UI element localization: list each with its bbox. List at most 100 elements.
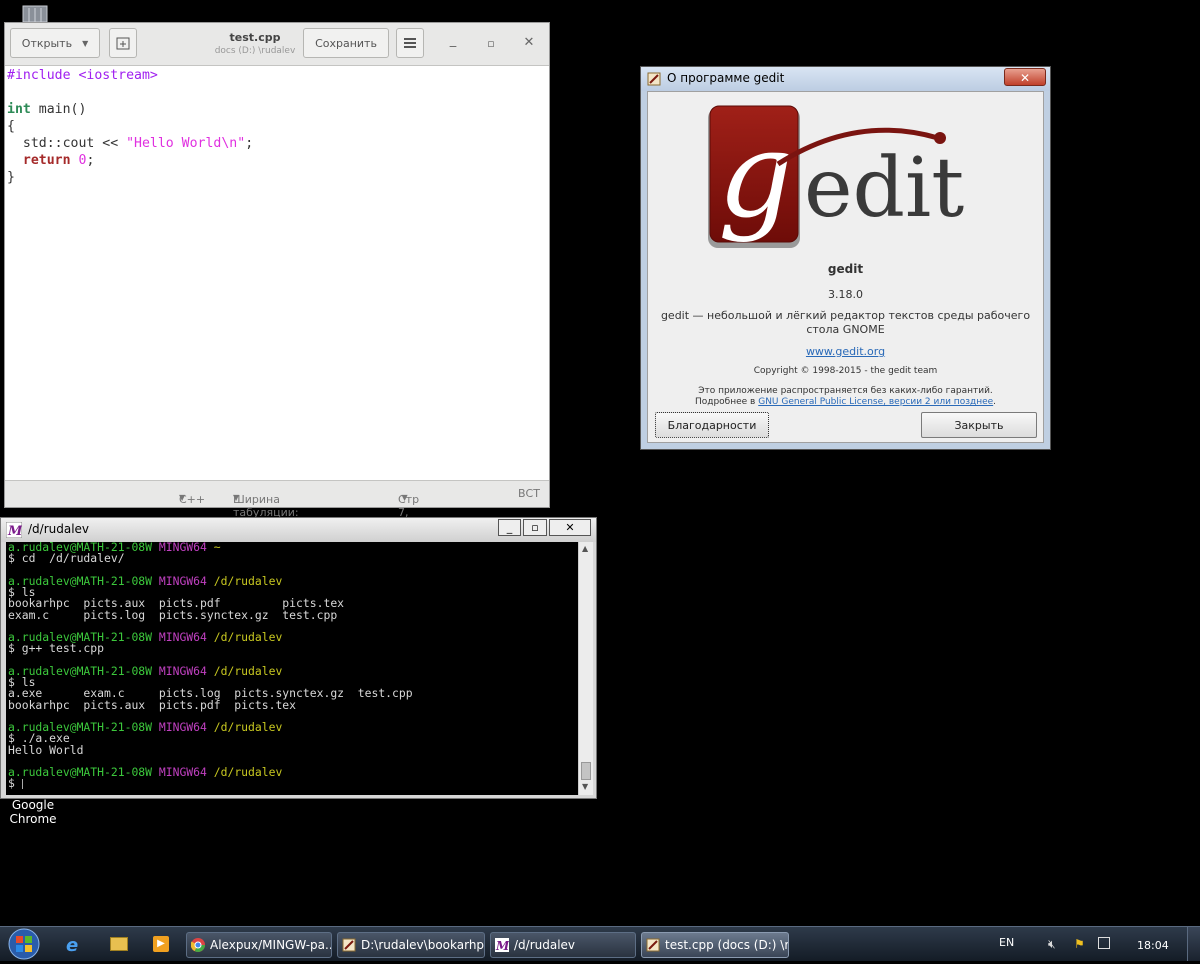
save-button[interactable]: Сохранить bbox=[303, 28, 389, 58]
taskbar: e ▶ Alexpux/MINGW-pa... D:\rudalev\booka… bbox=[0, 926, 1200, 961]
language-indicator[interactable]: EN bbox=[999, 936, 1014, 949]
gedit-header-bar: Открыть ▼ test.cpp docs (D:) \rudalev Со… bbox=[5, 23, 549, 66]
terminal-title-bar: M /d/rudalev _ ▫ ✕ bbox=[1, 518, 596, 542]
license-link[interactable]: GNU General Public License, версии 2 или… bbox=[758, 397, 993, 407]
terminal-title: /d/rudalev bbox=[28, 522, 90, 536]
task-terminal[interactable]: M /d/rudalev bbox=[490, 932, 636, 958]
terminal-output-line: bookarhpc picts.aux picts.pdf picts.tex bbox=[8, 697, 297, 712]
about-content: g edit gedit 3.18.0 gedit — небольшой и … bbox=[647, 91, 1044, 443]
task-label: test.cpp (docs (D:) \r... bbox=[665, 938, 789, 952]
task-gedit-test[interactable]: test.cpp (docs (D:) \r... bbox=[641, 932, 789, 958]
terminal-scrollbar[interactable]: ▲ ▼ bbox=[578, 542, 593, 795]
code-line: std::cout << "Hello World\n"; bbox=[7, 136, 254, 151]
close-button[interactable]: ✕ bbox=[549, 519, 591, 536]
chevron-down-icon: ▼ bbox=[179, 493, 186, 502]
app-version: 3.18.0 bbox=[828, 288, 863, 301]
new-tab-button[interactable] bbox=[109, 28, 137, 58]
about-dialog: О программе gedit ✕ g edit gedit 3.18.0 … bbox=[640, 66, 1051, 450]
chevron-down-icon: ▼ bbox=[82, 38, 89, 48]
terminal-window: M /d/rudalev _ ▫ ✕ a.rudalev@MATH-21-08W… bbox=[0, 517, 597, 799]
task-label: Alexpux/MINGW-pa... bbox=[210, 938, 332, 952]
terminal-cursor bbox=[21, 778, 23, 789]
terminal-command-line: $ bbox=[8, 776, 23, 791]
open-label: Открыть bbox=[21, 36, 73, 50]
code-line: int main() bbox=[7, 102, 87, 117]
terminal-command-line: $ ./a.exe bbox=[8, 731, 70, 746]
explorer-icon[interactable] bbox=[110, 937, 128, 951]
chrome-desktop-icon[interactable]: Google Chrome bbox=[2, 798, 64, 826]
chevron-down-icon: ▼ bbox=[233, 493, 240, 502]
about-title-bar: О программе gedit ✕ bbox=[641, 67, 1050, 91]
code-line: return 0; bbox=[22, 153, 95, 168]
minimize-button[interactable]: _ bbox=[498, 519, 521, 536]
task-chrome[interactable]: Alexpux/MINGW-pa... bbox=[186, 932, 332, 958]
code-editor[interactable]: #include <iostream> int main(){ std::cou… bbox=[7, 67, 253, 186]
gedit-icon bbox=[646, 938, 660, 952]
terminal-output-line: Hello World bbox=[8, 742, 84, 757]
terminal-output[interactable]: a.rudalev@MATH-21-08W MINGW64 ~ $ cd /d/r… bbox=[6, 542, 578, 795]
code-line: { bbox=[7, 119, 15, 134]
credits-label: Благодарности bbox=[667, 418, 757, 432]
cursor-position[interactable]: Стр 7, Стлб 2 ▼ bbox=[398, 487, 426, 545]
network-icon[interactable] bbox=[1098, 937, 1110, 949]
website-link[interactable]: www.gedit.org bbox=[648, 345, 1043, 358]
close-label: Закрыть bbox=[954, 418, 1004, 432]
volume-muted-icon[interactable]: 🔇︎ bbox=[1048, 937, 1056, 952]
start-button[interactable] bbox=[6, 928, 42, 960]
task-label: D:\rudalev\bookarhp... bbox=[361, 938, 485, 952]
gedit-icon bbox=[342, 938, 356, 952]
msys2-icon: M bbox=[495, 938, 509, 952]
close-button[interactable]: ✕ bbox=[521, 35, 537, 50]
terminal-prompt-line: a.rudalev@MATH-21-08W MINGW64 /d/rudalev bbox=[8, 663, 283, 678]
media-player-icon[interactable]: ▶ bbox=[153, 936, 169, 952]
scroll-down-arrow[interactable]: ▼ bbox=[582, 782, 588, 791]
task-gedit-bookarhpc[interactable]: D:\rudalev\bookarhp... bbox=[337, 932, 485, 958]
scroll-up-arrow[interactable]: ▲ bbox=[582, 544, 588, 553]
code-line: } bbox=[7, 170, 15, 185]
chevron-down-icon: ▼ bbox=[401, 493, 408, 502]
chrome-label-1: Google bbox=[11, 798, 55, 812]
svg-text:g: g bbox=[718, 106, 794, 244]
ie-icon[interactable]: e bbox=[66, 935, 78, 956]
recycle-bin-icon[interactable] bbox=[18, 4, 52, 23]
about-close-x-button[interactable]: ✕ bbox=[1004, 68, 1046, 86]
terminal-command-line: $ cd /d/rudalev/ bbox=[8, 551, 125, 566]
task-label: /d/rudalev bbox=[514, 938, 576, 952]
terminal-prompt-line: a.rudalev@MATH-21-08W MINGW64 /d/rudalev bbox=[8, 573, 283, 588]
close-button[interactable]: Закрыть bbox=[921, 412, 1037, 438]
clock[interactable]: 18:04 bbox=[1137, 939, 1169, 952]
hamburger-icon bbox=[404, 38, 416, 48]
about-window-title: О программе gedit bbox=[667, 71, 785, 85]
new-document-icon bbox=[116, 37, 130, 50]
msys2-icon: M bbox=[6, 522, 22, 538]
save-label: Сохранить bbox=[315, 36, 377, 50]
terminal-prompt-line: a.rudalev@MATH-21-08W MINGW64 /d/rudalev bbox=[8, 765, 283, 779]
windows-logo-icon bbox=[8, 928, 40, 960]
open-button[interactable]: Открыть ▼ bbox=[10, 28, 100, 58]
minimize-button[interactable]: _ bbox=[445, 33, 461, 48]
status-bar: C++ ▼ Ширина табуляции: 8 ▼ Стр 7, Стлб … bbox=[5, 480, 549, 545]
show-desktop-button[interactable] bbox=[1187, 927, 1200, 961]
license-line-1: Это приложение распространяется без каки… bbox=[698, 386, 993, 396]
maximize-button[interactable]: ▫ bbox=[483, 37, 499, 50]
tray-area: 🔇︎ ⚑ bbox=[1048, 937, 1118, 953]
terminal-command-line: $ g++ test.cpp bbox=[8, 641, 105, 656]
action-center-icon[interactable]: ⚑ bbox=[1074, 937, 1085, 951]
maximize-button[interactable]: ▫ bbox=[523, 519, 547, 536]
credits-button[interactable]: Благодарности bbox=[655, 412, 769, 438]
svg-text:M: M bbox=[495, 939, 509, 952]
chrome-icon bbox=[191, 938, 205, 952]
gedit-app-icon bbox=[647, 72, 661, 86]
terminal-prompt-line: a.rudalev@MATH-21-08W MINGW64 /d/rudalev bbox=[8, 720, 283, 734]
code-line: #include <iostream> bbox=[7, 68, 158, 83]
app-description: gedit — небольшой и лёгкий редактор текс… bbox=[660, 309, 1031, 336]
menu-button[interactable] bbox=[396, 28, 424, 58]
insert-mode: ВСТ bbox=[518, 487, 540, 500]
app-name: gedit bbox=[827, 262, 864, 276]
gedit-logo: g edit bbox=[706, 104, 996, 254]
scroll-thumb[interactable] bbox=[581, 762, 591, 780]
chrome-label-2: Chrome bbox=[9, 812, 57, 826]
svg-text:M: M bbox=[7, 524, 22, 538]
gedit-window: Открыть ▼ test.cpp docs (D:) \rudalev Со… bbox=[4, 22, 550, 545]
